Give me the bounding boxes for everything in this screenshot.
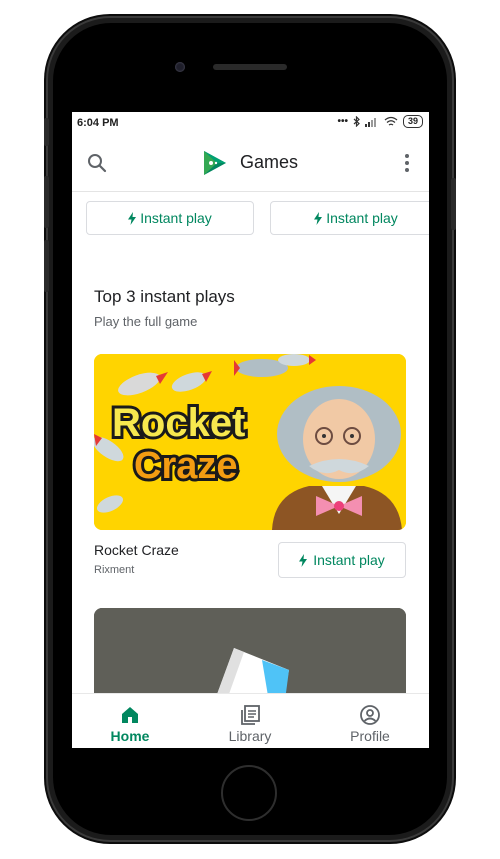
battery-indicator: 39 [402, 115, 423, 128]
game-banner-art: Rocket Rocket Craze Craze [94, 354, 406, 530]
instant-play-row: Instant play Instant play [72, 201, 429, 237]
status-icons: ••• 39 [337, 115, 423, 128]
wifi-icon [384, 116, 398, 126]
instant-play-button[interactable]: Instant play [86, 201, 254, 235]
professor-character [272, 386, 402, 530]
game-title[interactable]: Rocket Craze [94, 542, 179, 558]
app-bar: Games [72, 134, 429, 192]
nav-profile-label: Profile [350, 728, 390, 744]
nav-library-label: Library [228, 728, 272, 744]
library-icon [241, 705, 260, 725]
svg-text:Craze: Craze [134, 445, 238, 487]
status-time: 6:04 PM [77, 117, 119, 129]
home-icon [122, 707, 138, 723]
volume-up-button [44, 176, 49, 228]
instant-play-label: Instant play [326, 210, 398, 226]
nav-profile[interactable]: Profile [330, 694, 410, 748]
mute-switch [44, 118, 49, 146]
instant-play-button[interactable]: Instant play [270, 201, 429, 235]
section-subtitle: Play the full game [94, 314, 198, 329]
nav-library[interactable]: Library [210, 694, 290, 748]
app-title: Games [240, 152, 299, 172]
signal-icon [364, 118, 376, 127]
nav-home[interactable]: Home [90, 694, 170, 748]
game-instant-play-label: Instant play [313, 552, 385, 568]
game-instant-play-button[interactable]: Instant play [278, 542, 406, 578]
section-title: Top 3 instant plays [94, 287, 235, 306]
app-screen: 6:04 PM ••• 39 Games Instant play Instan… [72, 112, 429, 748]
play-games-logo [204, 151, 226, 175]
notification-dots-icon: ••• [337, 116, 348, 127]
more-vert-icon[interactable] [397, 152, 417, 174]
earpiece-speaker [213, 64, 287, 70]
bolt-icon [128, 211, 137, 225]
front-camera [175, 62, 185, 72]
profile-icon [360, 705, 380, 725]
home-hardware-button[interactable] [221, 765, 277, 821]
svg-text:Rocket: Rocket [112, 401, 245, 445]
volume-down-button [44, 240, 49, 292]
bolt-icon [299, 553, 308, 567]
bottom-navigation: Home Library Profile [72, 693, 429, 748]
bolt-icon [314, 211, 323, 225]
instant-play-label: Instant play [140, 210, 212, 226]
bluetooth-icon [353, 116, 360, 127]
nav-home-label: Home [110, 728, 150, 744]
status-bar: 6:04 PM ••• 39 [72, 112, 429, 134]
game-developer: Rixment [94, 564, 135, 576]
game-banner[interactable]: Rocket Rocket Craze Craze [94, 354, 406, 530]
power-button [451, 178, 456, 230]
search-icon[interactable] [86, 152, 108, 174]
